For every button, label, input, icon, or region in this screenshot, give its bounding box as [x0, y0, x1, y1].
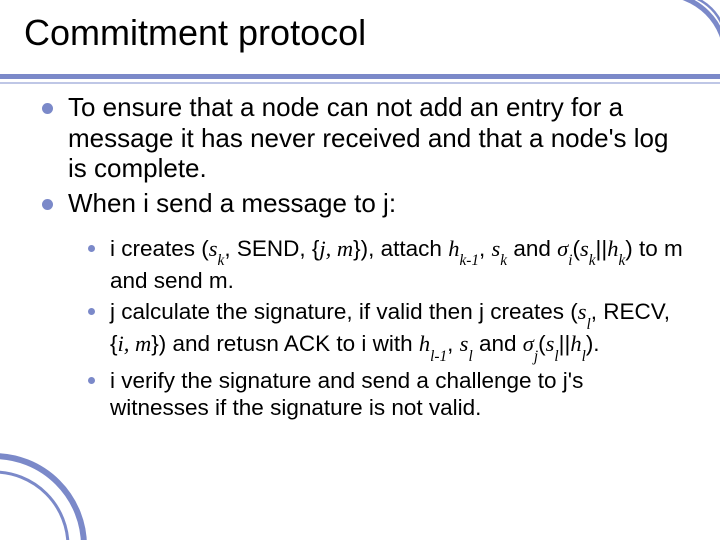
- corner-decoration-bottom-left: [0, 426, 114, 540]
- bullet-text: When i send a message to j:: [68, 188, 396, 218]
- corner-decoration-top-right: [638, 0, 720, 82]
- sub-bullet-text: i creates (sk, SEND, {j, m}), attach hk-…: [110, 236, 683, 293]
- rule-thin: [0, 82, 720, 84]
- bullet-item: When i send a message to j: i creates (s…: [38, 188, 684, 421]
- sub-bullet-item: i creates (sk, SEND, {j, m}), attach hk-…: [86, 235, 684, 295]
- title-area: Commitment protocol: [0, 12, 720, 74]
- content-area: To ensure that a node can not add an ent…: [38, 92, 684, 425]
- slide: Commitment protocol To ensure that a nod…: [0, 0, 720, 540]
- bullet-item: To ensure that a node can not add an ent…: [38, 92, 684, 184]
- sub-bullet-text: i verify the signature and send a challe…: [110, 368, 583, 420]
- sub-bullet-item: j calculate the signature, if valid then…: [86, 298, 684, 362]
- sub-bullet-item: i verify the signature and send a challe…: [86, 367, 684, 422]
- bullet-text: To ensure that a node can not add an ent…: [68, 92, 668, 183]
- slide-title: Commitment protocol: [24, 12, 366, 54]
- sub-bullet-text: j calculate the signature, if valid then…: [110, 299, 670, 356]
- sub-bullet-list: i creates (sk, SEND, {j, m}), attach hk-…: [86, 235, 684, 422]
- bullet-list: To ensure that a node can not add an ent…: [38, 92, 684, 421]
- rule-thick: [0, 74, 720, 79]
